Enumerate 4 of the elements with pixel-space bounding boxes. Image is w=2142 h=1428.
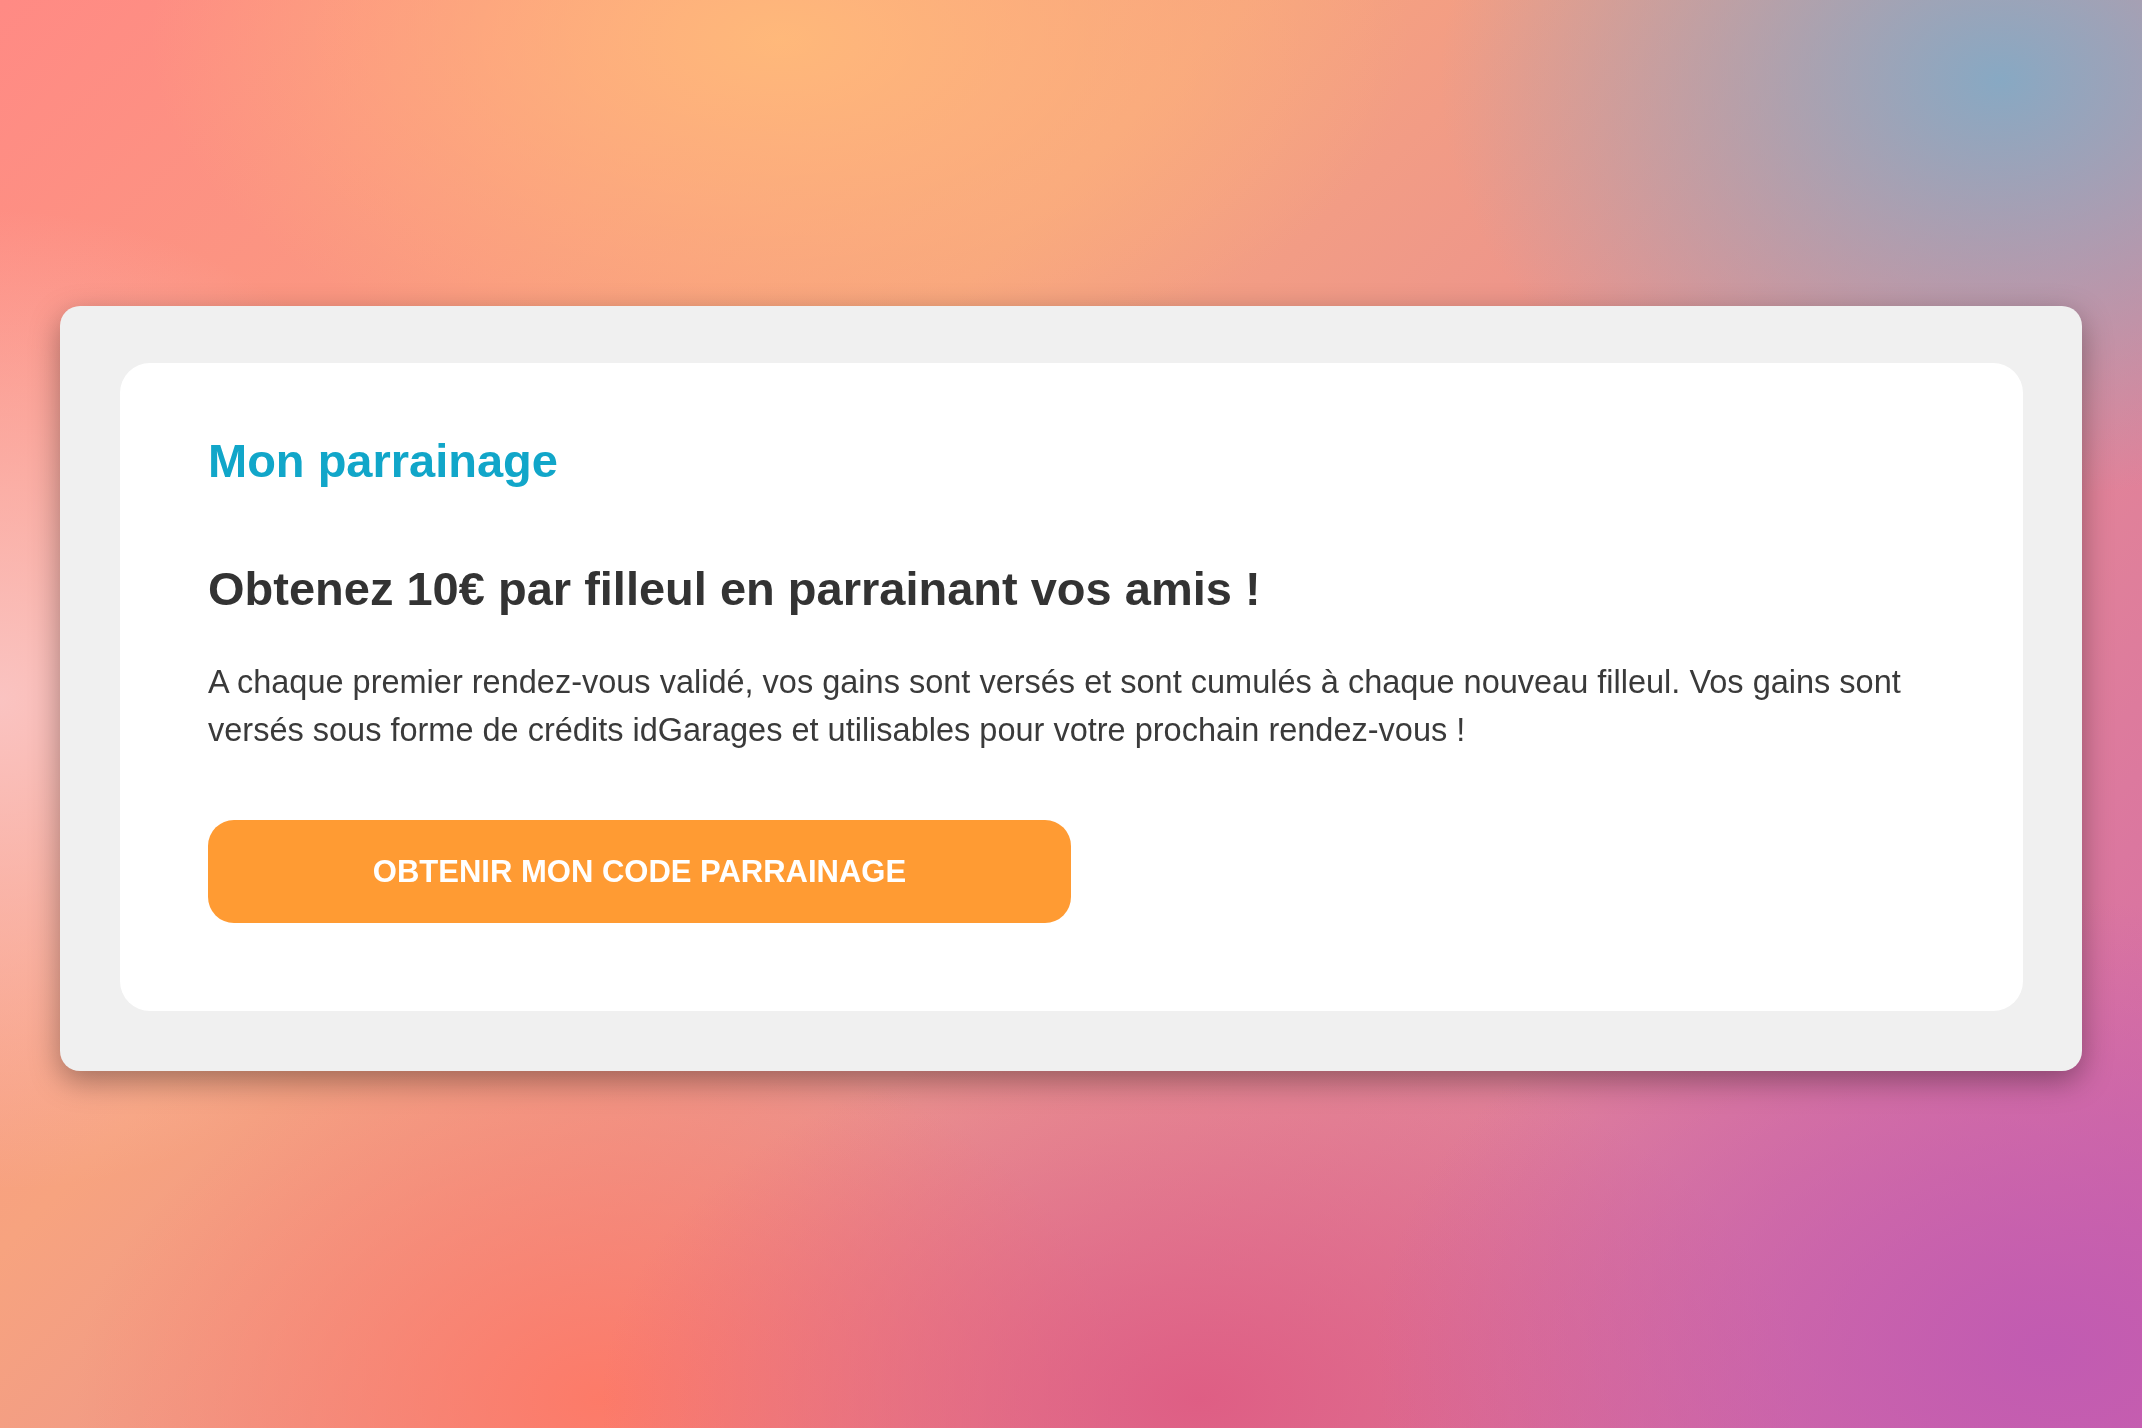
offer-description: A chaque premier rendez-vous validé, vos gains sont versés et sont cumulés à chaque nouveau filleul. Vos gains sont versés sous forme de crédits idGarages et utilisables pour votre prochain rendez-vous ! <box>208 663 1902 750</box>
referral-title: Mon parrainage <box>208 433 558 488</box>
offer-heading: Obtenez 10€ par filleul en parrainant vos amis ! <box>208 561 1261 616</box>
get-referral-code-button[interactable]: OBTENIR MON CODE PARRAINAGE <box>208 820 1071 923</box>
